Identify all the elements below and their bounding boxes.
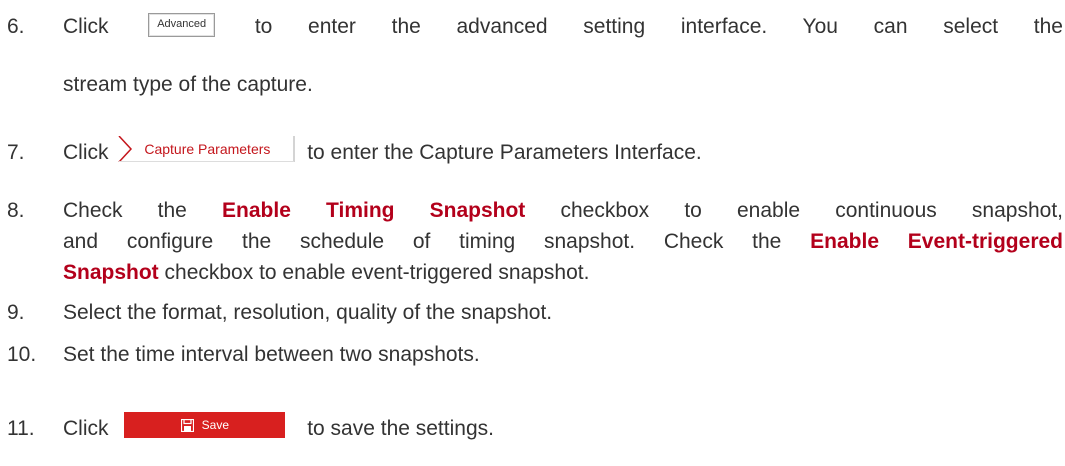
step-8-line-2: and configure the schedule of timing sna…: [63, 227, 1063, 256]
save-button-label: Save: [201, 417, 230, 432]
step-number: 6.: [7, 15, 25, 38]
enable-event-triggered-label: Enable Event-triggered: [810, 230, 1063, 253]
capture-parameters-tab-label: Capture Parameters: [144, 140, 271, 157]
step-6-line-2: stream type of the capture.: [63, 73, 313, 96]
step-text: to enter the advanced setting interface.…: [254, 15, 1063, 38]
step-text: to enter the Capture Parameters Interfac…: [307, 141, 702, 164]
step-8-line-1: Check the Enable Timing Snapshot checkbo…: [63, 196, 1063, 225]
step-text: checkbox to enable continuous snapshot,: [560, 199, 1063, 222]
step-number: 9.: [7, 301, 25, 324]
step-6-line-1: Click Advanced to enter the advanced set…: [63, 12, 1063, 41]
step-text: checkbox to enable event-triggered snaps…: [164, 261, 590, 284]
step-text: Check the: [63, 199, 187, 222]
save-icon: [180, 418, 194, 432]
save-button[interactable]: Save: [124, 412, 286, 439]
step-number: 11.: [7, 417, 35, 440]
enable-timing-snapshot-label: Enable Timing Snapshot: [222, 199, 526, 222]
step-8-line-3: Snapshot checkbox to enable event-trigge…: [63, 258, 1063, 287]
step-text: and configure the schedule of timing sna…: [63, 230, 782, 253]
step-text: to save the settings.: [307, 417, 494, 440]
advanced-button[interactable]: Advanced: [148, 13, 216, 38]
step-text: Click: [63, 15, 109, 38]
step-11-line: Click Save to save the settings.: [63, 412, 494, 443]
step-7-line: Click Capture Parameters to enter the Ca…: [63, 136, 702, 167]
step-10-text: Set the time interval between two snapsh…: [63, 343, 480, 366]
snapshot-label: Snapshot: [63, 261, 159, 284]
step-number: 8.: [7, 199, 25, 222]
step-number: 10.: [7, 343, 37, 366]
step-text: Click: [63, 417, 109, 440]
step-text: Click: [63, 141, 109, 164]
step-9-text: Select the format, resolution, quality o…: [63, 301, 553, 324]
step-number: 7.: [7, 141, 25, 164]
capture-parameters-tab[interactable]: Capture Parameters: [118, 136, 296, 163]
